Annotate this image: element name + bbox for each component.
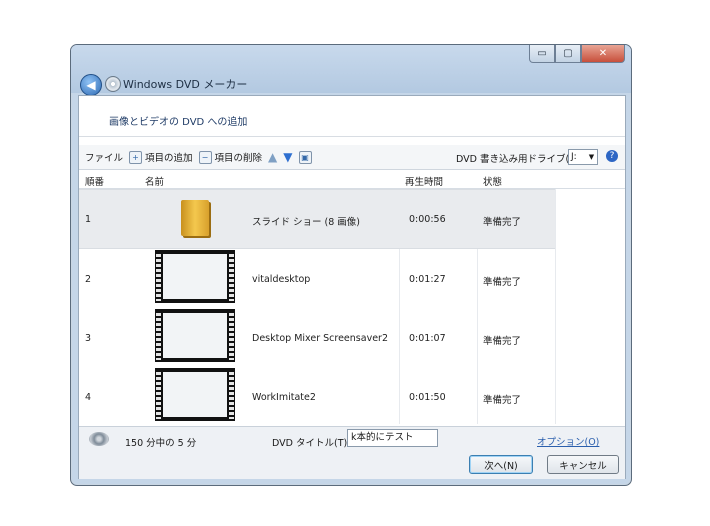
item-order: 1 [85, 214, 92, 225]
item-duration: 0:01:07 [409, 333, 446, 344]
close-button[interactable]: ✕ [581, 45, 625, 63]
list-item[interactable]: 2 vitaldesktop 0:01:27 準備完了 [79, 248, 555, 306]
item-order: 4 [85, 392, 92, 403]
folder-icon [181, 200, 209, 236]
caption-buttons: ▭ ▢ ✕ [529, 45, 625, 63]
item-name: スライド ショー (8 画像) [252, 217, 361, 228]
maximize-button[interactable]: ▢ [555, 45, 581, 63]
item-status: 準備完了 [483, 217, 522, 228]
video-thumbnail [155, 250, 235, 303]
video-thumbnail [155, 309, 235, 362]
item-name: WorkImitate2 [252, 392, 316, 403]
file-menu[interactable]: ファイル [85, 150, 123, 164]
video-thumbnail [155, 368, 235, 421]
move-up-icon[interactable]: ▲ [268, 150, 277, 164]
list-item[interactable]: 3 Desktop Mixer Screensaver2 0:01:07 準備完… [79, 307, 555, 365]
toolbar: ファイル + 項目の追加 − 項目の削除 ▲ ▼ ▣ DVD 書き込み用ドライブ… [79, 145, 625, 170]
column-name[interactable]: 名前 [145, 174, 164, 188]
column-order[interactable]: 順番 [85, 174, 104, 188]
dvd-title-label: DVD タイトル(T): [272, 438, 351, 449]
title-bar: ▭ ▢ ✕ ◀ Windows DVD メーカー [71, 45, 631, 96]
column-status[interactable]: 状態 [483, 174, 502, 188]
item-name: Desktop Mixer Screensaver2 [252, 333, 388, 344]
item-order: 3 [85, 333, 92, 344]
remove-item-label: 項目の削除 [214, 153, 263, 164]
dvd-maker-icon [105, 76, 121, 92]
item-list: 1 スライド ショー (8 画像) 0:00:56 準備完了 2 vitalde… [79, 189, 625, 424]
chevron-down-icon: ▼ [588, 153, 595, 161]
item-duration: 0:00:56 [409, 214, 446, 225]
add-item-label: 項目の追加 [145, 153, 193, 164]
dvd-title-input[interactable]: k本的にテスト [347, 429, 438, 447]
drive-select[interactable]: J: ▼ [568, 149, 598, 165]
item-status: 準備完了 [483, 395, 522, 406]
list-item[interactable]: 1 スライド ショー (8 画像) 0:00:56 準備完了 [79, 189, 555, 249]
add-item-icon: + [129, 150, 143, 164]
column-divider [555, 189, 556, 424]
item-status: 準備完了 [483, 336, 522, 347]
next-button[interactable]: 次へ(N) [469, 455, 533, 474]
item-duration: 0:01:50 [409, 392, 446, 403]
window-title: Windows DVD メーカー [123, 78, 248, 91]
move-down-icon[interactable]: ▼ [283, 150, 292, 164]
item-order: 2 [85, 274, 92, 285]
burn-icon[interactable]: ▣ [298, 150, 312, 164]
page-header: 画像とビデオの DVD への追加 [79, 96, 625, 137]
client-area: 画像とビデオの DVD への追加 ファイル + 項目の追加 − 項目の削除 ▲ … [78, 95, 626, 479]
remove-item-button[interactable]: − 項目の削除 [198, 150, 263, 164]
item-status: 準備完了 [483, 277, 522, 288]
remove-item-icon: − [198, 150, 212, 164]
drive-value: J: [571, 152, 577, 162]
list-item[interactable]: 4 WorkImitate2 0:01:50 準備完了 [79, 366, 555, 424]
footer: 150 分中の 5 分 DVD タイトル(T): k本的にテスト オプション(O… [79, 426, 625, 479]
column-duration[interactable]: 再生時間 [405, 174, 443, 188]
list-header: 順番 名前 再生時間 状態 [79, 170, 625, 189]
help-icon[interactable]: ? [606, 150, 618, 162]
page-title: 画像とビデオの DVD への追加 [109, 117, 248, 128]
add-item-button[interactable]: + 項目の追加 [129, 150, 193, 164]
back-arrow-icon[interactable]: ◀ [80, 74, 102, 96]
item-duration: 0:01:27 [409, 274, 446, 285]
minimize-button[interactable]: ▭ [529, 45, 555, 63]
cancel-button[interactable]: キャンセル [547, 455, 619, 474]
item-name: vitaldesktop [252, 274, 311, 285]
dvd-maker-window: ▭ ▢ ✕ ◀ Windows DVD メーカー 画像とビデオの DVD への追… [70, 44, 632, 486]
disc-usage: 150 分中の 5 分 [125, 438, 197, 449]
drive-label: DVD 書き込み用ドライブ(D): [456, 154, 584, 165]
disc-icon [89, 432, 109, 446]
options-link[interactable]: オプション(O) [537, 434, 599, 448]
